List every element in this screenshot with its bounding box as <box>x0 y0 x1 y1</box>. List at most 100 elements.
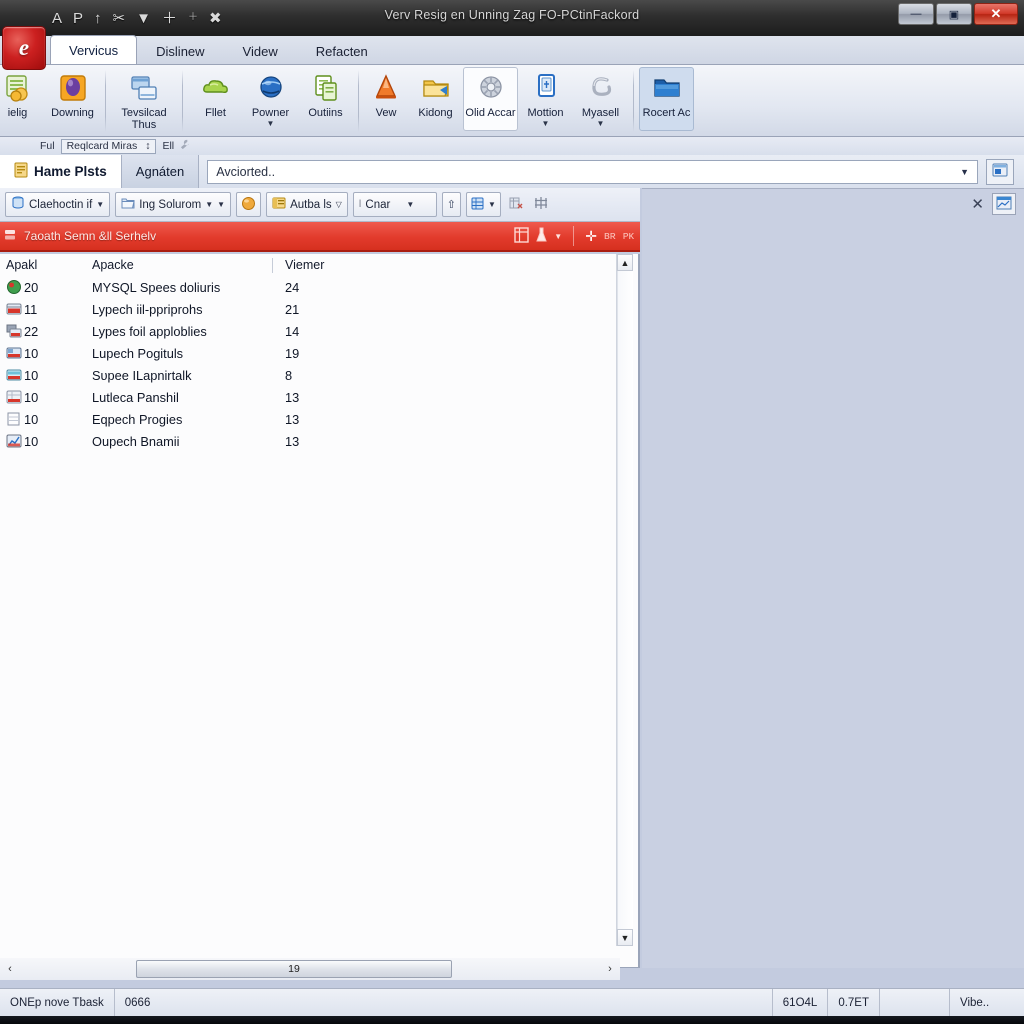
column-header-apakl[interactable]: Apakl <box>6 258 92 272</box>
chevron-down-icon[interactable]: ▼ <box>960 167 969 177</box>
status-metric-2: 0.7ET <box>828 988 880 1017</box>
ribbon-item-mottion[interactable]: Mottion ▼ <box>518 67 573 131</box>
yellow-folder-tag-icon <box>420 72 452 104</box>
chevron-down-icon[interactable]: ▼ <box>488 200 496 209</box>
filter-flask-icon[interactable] <box>536 227 548 246</box>
refresh-button[interactable] <box>236 192 262 217</box>
ribbon-tab-vervicus[interactable]: Vervicus <box>50 35 138 64</box>
ribbon-item-fllet[interactable]: Fllet <box>188 67 243 131</box>
grid-dropdown[interactable]: ▼ <box>466 192 501 217</box>
minimize-button[interactable]: — <box>898 3 934 25</box>
scroll-left-button[interactable]: ‹ <box>0 959 20 979</box>
autoba-dropdown[interactable]: Autba ls ▽ <box>266 192 348 217</box>
row-count: 10 <box>24 411 39 427</box>
mini-dropdown-arrows-icon: ↕ <box>145 140 151 152</box>
qat-pin-icon[interactable]: ✖ <box>209 11 222 26</box>
scroll-down-button[interactable]: ▼ <box>617 929 633 946</box>
close-button[interactable]: ✕ <box>974 3 1018 25</box>
scroll-up-button[interactable]: ▲ <box>617 254 633 271</box>
grid-view-icon[interactable] <box>514 226 529 246</box>
chevron-down-icon[interactable]: ▼ <box>267 120 275 128</box>
ribbon-item-kidong[interactable]: Kidong <box>408 67 463 131</box>
ribbon-tab-refacten[interactable]: Refacten <box>297 37 387 64</box>
ribbon-item-olid-accar[interactable]: Olid Accar <box>463 67 518 131</box>
ribbon-tab-videw[interactable]: Videw <box>224 37 297 64</box>
solution-dropdown[interactable]: Ing Solurom ▼ ▼ <box>115 192 232 217</box>
table-row[interactable]: 11 Lypech iil-ppriprohs 21 <box>0 298 638 320</box>
delete-table-button[interactable] <box>506 194 526 216</box>
table-row[interactable]: 10 Oupech Bnamii 13 <box>0 430 638 452</box>
wrench-icon[interactable] <box>180 139 191 153</box>
chevron-down-icon[interactable]: ▼ <box>205 200 213 209</box>
maximize-button[interactable]: ▣ <box>936 3 972 25</box>
table-row[interactable]: 10 Eqpech Progies 13 <box>0 408 638 430</box>
connection-dropdown[interactable]: Claehoctin if ▼ <box>5 192 111 217</box>
status-metric-4: Vibe.. <box>960 996 990 1009</box>
row-name: Sυpee ILapnirtalk <box>92 367 192 383</box>
tab-agnaten[interactable]: Agnáten <box>121 155 200 188</box>
window-launch-button[interactable] <box>986 158 1014 185</box>
filter-caret-icon[interactable]: ▽ <box>336 200 342 209</box>
qat-add-icon[interactable]: ＋ <box>162 11 177 26</box>
columns-button[interactable] <box>531 194 551 216</box>
qat-p-icon[interactable]: P <box>73 11 83 26</box>
chevron-down-icon[interactable]: ▼ <box>96 200 104 209</box>
add-clover-icon[interactable]: ✛ <box>585 229 597 243</box>
list-horizontal-scrollbar[interactable]: ‹ 19 › <box>0 958 620 980</box>
arrow-up-icon: ⇧ <box>446 199 457 211</box>
green-document-icon <box>310 72 342 104</box>
table-row[interactable]: 22 Lypes foil apploblies 14 <box>0 320 638 342</box>
app-orb-button[interactable]: e <box>2 26 46 70</box>
chevron-down-icon[interactable]: ▼ <box>597 120 605 128</box>
chevron-down-secondary-icon[interactable]: ▼ <box>217 200 225 209</box>
ribbon-item-myasell[interactable]: Myasell ▼ <box>573 67 628 131</box>
list-vertical-scrollbar[interactable]: ▲ ▼ <box>616 254 633 946</box>
horizontal-scroll-thumb[interactable]: 19 <box>136 960 452 978</box>
tab-hame-plsts[interactable]: Hame Plsts <box>0 155 122 188</box>
scroll-right-button[interactable]: › <box>600 959 620 979</box>
table-row[interactable]: 10 Lutleca Panshil 13 <box>0 386 638 408</box>
chevron-down-icon[interactable]: ▼ <box>542 120 550 128</box>
orange-sphere-icon <box>241 196 256 214</box>
preview-window-button[interactable] <box>992 193 1016 215</box>
ribbon-item-outiins[interactable]: Outiins <box>298 67 353 131</box>
script-b-icon[interactable]: ᴘᴋ <box>623 230 634 242</box>
ribbon-item-rocert-ac[interactable]: Rocert Ac <box>639 67 694 131</box>
address-combo-box[interactable]: Avciorted.. ▼ <box>207 159 978 184</box>
script-a-icon[interactable]: ʙʀ <box>604 230 616 242</box>
columns-icon <box>534 196 548 213</box>
mini-dropdown[interactable]: Reqlcard Miras ↕ <box>60 138 157 154</box>
char-dropdown[interactable]: ǀ Cnar ▼ <box>352 192 437 217</box>
ribbon-item-ielig[interactable]: ielig <box>0 67 45 131</box>
table-row[interactable]: 10 Sυpee ILapnirtalk 8 <box>0 364 638 386</box>
filter-caret-icon[interactable]: ▼ <box>554 232 562 241</box>
scrollbar-track[interactable] <box>617 271 633 929</box>
ribbon-item-powner[interactable]: Powner ▼ <box>243 67 298 131</box>
ribbon-item-tevsilcad-thus[interactable]: Tevsilcad Thus <box>111 67 177 132</box>
chevron-down-icon[interactable]: ▼ <box>406 200 414 209</box>
column-header-apacke[interactable]: Apacke <box>92 258 272 272</box>
mini-suffix-label[interactable]: Ell <box>162 140 174 152</box>
document-icon <box>14 162 28 181</box>
tab-agnaten-label: Agnáten <box>135 164 185 179</box>
table-row[interactable]: 20 MYSQL Spees doliuris 24 <box>0 276 638 298</box>
row-value: 8 <box>285 367 293 383</box>
table-row[interactable]: 10 Lupech Pogituls 19 <box>0 342 638 364</box>
up-button[interactable]: ⇧ <box>441 192 462 217</box>
blue-card-icon <box>530 72 562 104</box>
qat-dropdown-icon[interactable]: ▼ <box>136 11 151 26</box>
column-header-viemer[interactable]: Viemer <box>285 258 355 272</box>
ribbon-item-label: Vew <box>375 107 397 119</box>
ribbon-item-label: Tevsilcad Thus <box>121 107 167 131</box>
ribbon-tab-dislinew[interactable]: Dislinew <box>137 37 223 64</box>
ribbon-item-downing[interactable]: Downing <box>45 67 100 131</box>
column-divider[interactable] <box>272 257 273 273</box>
qat-cut-icon[interactable]: ✂ <box>113 11 126 26</box>
qat-a-icon[interactable]: A <box>52 11 62 26</box>
ribbon-item-vew[interactable]: Vew <box>364 67 408 131</box>
close-icon[interactable]: ✕ <box>971 197 984 212</box>
qat-up-icon[interactable]: ↑ <box>94 11 102 26</box>
qat-add-small-icon[interactable]: ＋ <box>188 13 198 23</box>
ribbon-item-label: Kidong <box>418 107 453 119</box>
db-blue-icon <box>6 345 22 361</box>
